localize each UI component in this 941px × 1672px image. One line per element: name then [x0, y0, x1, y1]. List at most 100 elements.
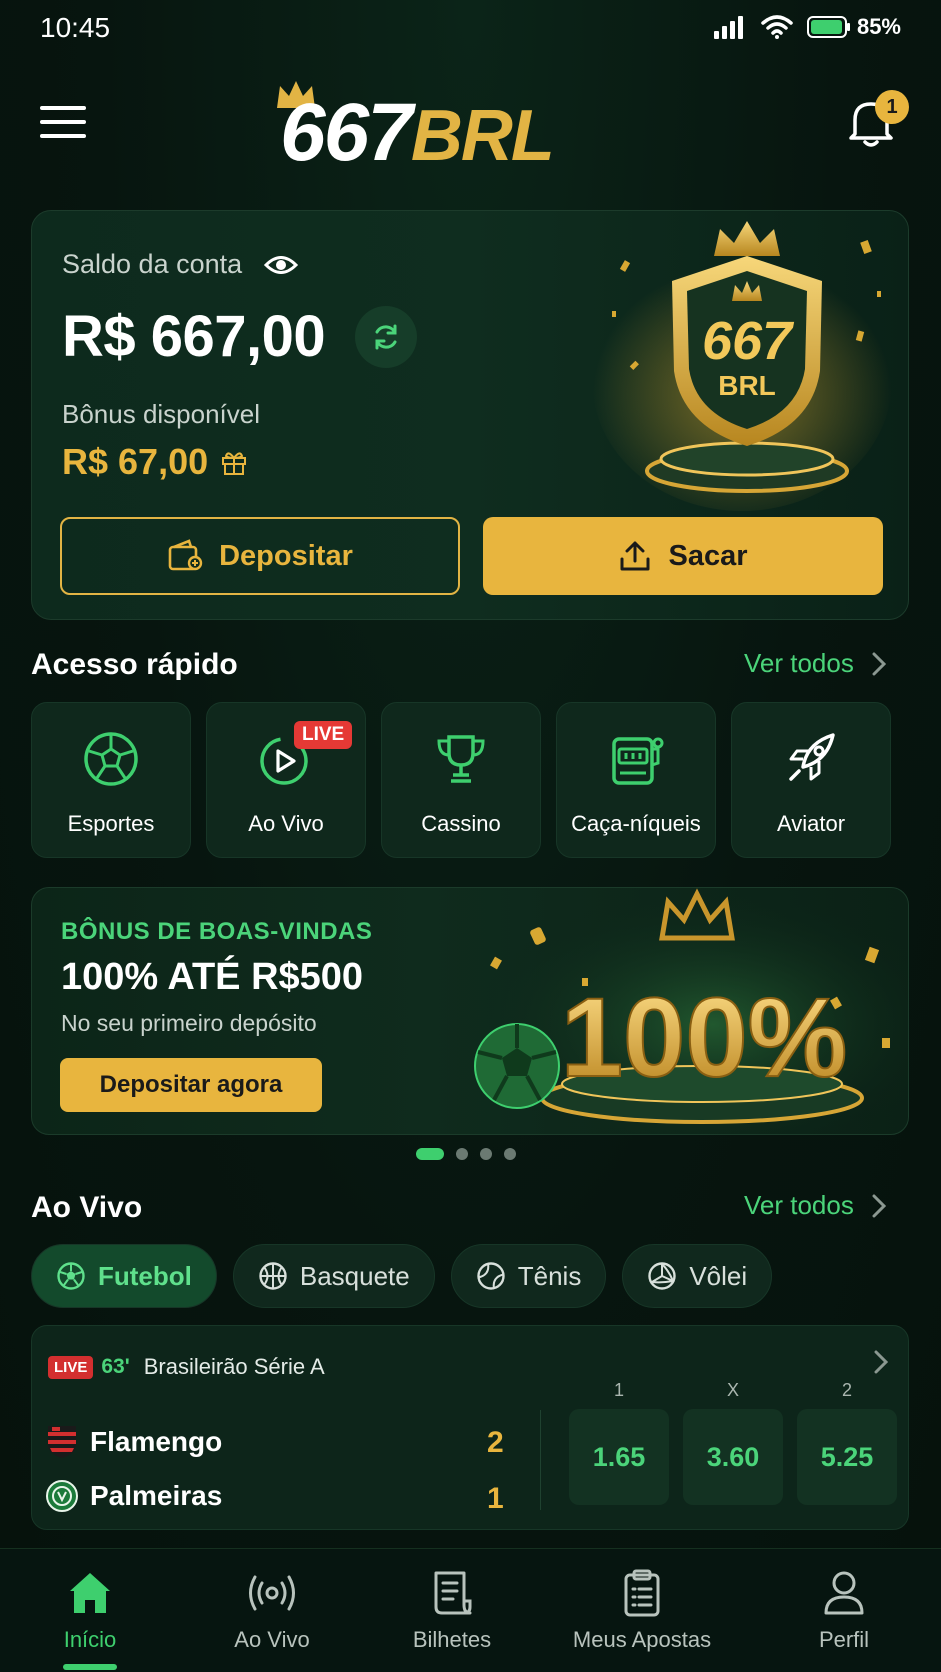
logo-text: 667BRL: [280, 92, 555, 176]
rocket-icon: [789, 733, 835, 781]
filter-futebol[interactable]: Futebol: [31, 1244, 217, 1308]
shield-number: 667: [702, 311, 795, 371]
tennis-ball-icon: [477, 1262, 505, 1290]
notification-badge: 1: [875, 90, 909, 124]
shield-suffix: BRL: [718, 370, 776, 401]
bonus-amount: R$ 67,00: [62, 441, 209, 482]
refresh-icon: [375, 324, 397, 349]
carousel-dot[interactable]: [480, 1148, 492, 1160]
nav-inicio[interactable]: Início: [0, 1567, 180, 1653]
palmeiras-crest-icon: [46, 1480, 78, 1512]
nav-bilhetes[interactable]: Bilhetes: [362, 1567, 542, 1653]
see-all-label: Ver todos: [744, 648, 854, 678]
deposit-button-label: Depositar: [219, 539, 353, 572]
bonus-row: R$ 67,00: [62, 441, 248, 483]
status-icons: 85%: [713, 14, 901, 40]
home-team: Flamengo: [46, 1424, 222, 1460]
filter-tenis[interactable]: Tênis: [450, 1244, 607, 1308]
balance-amount: R$ 667,00: [62, 304, 326, 369]
live-see-all[interactable]: Ver todos: [744, 1190, 886, 1221]
menu-icon-bar: [40, 134, 86, 138]
deposit-button[interactable]: Depositar: [60, 517, 460, 595]
battery: 85%: [806, 14, 901, 40]
battery-icon: [806, 16, 850, 38]
filter-label: Tênis: [517, 1260, 582, 1291]
volleyball-icon: [648, 1262, 677, 1290]
odd-home-button[interactable]: 1.65: [569, 1409, 669, 1505]
quick-item-ao-vivo[interactable]: LIVE Ao Vivo: [206, 702, 366, 858]
carousel-dot[interactable]: [504, 1148, 516, 1160]
quick-item-cassino[interactable]: Cassino: [381, 702, 541, 858]
live-badge: LIVE: [48, 1355, 94, 1379]
quick-item-caca-niqueis[interactable]: Caça-níqueis: [556, 702, 716, 858]
nav-label: Ao Vivo: [234, 1627, 310, 1652]
away-score: 1: [487, 1482, 504, 1515]
league-name: Brasileirão Série A: [143, 1354, 325, 1379]
deposit-now-button[interactable]: Depositar agora: [60, 1058, 322, 1112]
away-team: Palmeiras: [46, 1480, 222, 1512]
live-match-card[interactable]: LIVE 63' Brasileirão Série A Flamengo 2 …: [31, 1325, 909, 1530]
carousel-dot[interactable]: [456, 1148, 468, 1160]
nav-ao-vivo[interactable]: Ao Vivo: [182, 1567, 362, 1653]
sport-filters: Futebol Basquete Tênis Vôlei: [31, 1244, 773, 1308]
withdraw-button-label: Sacar: [668, 539, 748, 572]
home-team-name: Flamengo: [90, 1426, 223, 1457]
wifi-icon: [761, 15, 793, 39]
promo-subtitle: No seu primeiro depósito: [61, 1010, 317, 1036]
promo-title: 100% ATÉ R$500: [61, 956, 364, 998]
live-badge: LIVE: [294, 721, 353, 749]
filter-basquete[interactable]: Basquete: [232, 1244, 435, 1308]
user-icon: [824, 1571, 864, 1615]
menu-button[interactable]: [40, 106, 86, 142]
balance-card: Saldo da conta R$ 667,00 Bônus disponíve…: [31, 210, 909, 620]
clipboard-icon: [624, 1569, 660, 1617]
promo-art-text: 100%: [561, 975, 847, 1100]
flamengo-crest-icon: [48, 1426, 76, 1458]
refresh-balance-button[interactable]: [355, 305, 418, 368]
match-divider: [540, 1410, 541, 1510]
carousel-dot-active[interactable]: [416, 1148, 444, 1160]
home-score: 2: [487, 1426, 504, 1459]
eye-icon[interactable]: [264, 254, 299, 276]
soccer-ball-icon: [84, 732, 138, 786]
chevron-right-icon[interactable]: [874, 1350, 888, 1374]
signal-icon: [713, 16, 743, 39]
promo-eyebrow: BÔNUS DE BOAS-VINDAS: [61, 918, 373, 945]
quick-access-title: Acesso rápido: [31, 648, 238, 681]
broadcast-icon: [249, 1575, 295, 1611]
battery-level: 85%: [856, 14, 901, 39]
nav-meus-apostas[interactable]: Meus Apostas: [552, 1567, 732, 1653]
bonus-label: Bônus disponível: [62, 399, 261, 429]
filter-label: Basquete: [299, 1260, 410, 1291]
filter-volei[interactable]: Vôlei: [622, 1244, 773, 1308]
odds-header-draw: X: [726, 1380, 739, 1400]
chevron-right-icon: [872, 652, 886, 675]
nav-perfil[interactable]: Perfil: [754, 1567, 934, 1653]
brand-logo: 667BRL: [270, 78, 630, 178]
quick-access-see-all[interactable]: Ver todos: [744, 648, 886, 679]
odd-away-button[interactable]: 5.25: [797, 1409, 897, 1505]
odd-draw-button[interactable]: 3.60: [683, 1409, 783, 1505]
notifications-button[interactable]: 1: [845, 90, 909, 154]
filter-label: Futebol: [98, 1260, 192, 1291]
bottom-navigation: Início Ao Vivo Bilhetes Meus Apostas Per…: [0, 1548, 941, 1672]
logo-suffix: BRL: [410, 96, 555, 176]
quick-item-esportes[interactable]: Esportes: [31, 702, 191, 858]
match-minute: 63': [101, 1355, 130, 1378]
balance-amount-row: R$ 667,00: [62, 303, 418, 370]
menu-icon: [40, 106, 86, 110]
quick-item-label: Ao Vivo: [248, 811, 324, 836]
odds-header-away: 2: [841, 1380, 852, 1400]
nav-label: Meus Apostas: [572, 1627, 712, 1652]
balance-label: Saldo da conta: [62, 249, 243, 279]
withdraw-button[interactable]: Sacar: [483, 517, 883, 595]
basketball-icon: [259, 1262, 287, 1290]
active-tab-indicator: [63, 1664, 117, 1670]
quick-item-aviator[interactable]: Aviator: [731, 702, 891, 858]
away-team-name: Palmeiras: [90, 1480, 223, 1511]
app-header: 667BRL 1: [0, 70, 941, 190]
welcome-bonus-banner[interactable]: BÔNUS DE BOAS-VINDAS 100% ATÉ R$500 No s…: [31, 887, 909, 1135]
gift-icon: [222, 452, 247, 475]
chevron-right-icon: [872, 1194, 886, 1217]
quick-item-label: Cassino: [421, 811, 501, 836]
